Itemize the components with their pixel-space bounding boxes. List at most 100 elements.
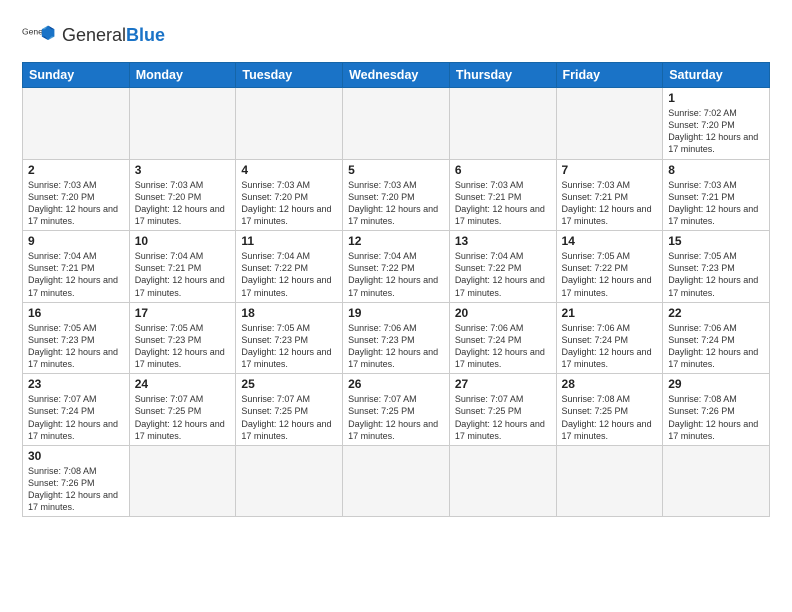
day-info: Sunrise: 7:06 AM Sunset: 7:23 PM Dayligh…: [348, 322, 444, 371]
day-info: Sunrise: 7:07 AM Sunset: 7:24 PM Dayligh…: [28, 393, 124, 442]
calendar-cell: 27Sunrise: 7:07 AM Sunset: 7:25 PM Dayli…: [449, 374, 556, 446]
day-info: Sunrise: 7:02 AM Sunset: 7:20 PM Dayligh…: [668, 107, 764, 156]
day-info: Sunrise: 7:03 AM Sunset: 7:21 PM Dayligh…: [562, 179, 658, 228]
calendar-cell: 28Sunrise: 7:08 AM Sunset: 7:25 PM Dayli…: [556, 374, 663, 446]
day-info: Sunrise: 7:04 AM Sunset: 7:22 PM Dayligh…: [455, 250, 551, 299]
calendar-cell: [343, 88, 450, 160]
weekday-header-tuesday: Tuesday: [236, 63, 343, 88]
calendar-cell: 8Sunrise: 7:03 AM Sunset: 7:21 PM Daylig…: [663, 159, 770, 231]
day-info: Sunrise: 7:07 AM Sunset: 7:25 PM Dayligh…: [135, 393, 231, 442]
header: General GeneralBlue: [22, 18, 770, 54]
calendar-cell: 23 Sunrise: 7:07 AM Sunset: 7:24 PM Dayli…: [23, 374, 130, 446]
day-info: Sunrise: 7:07 AM Sunset: 7:25 PM Dayligh…: [348, 393, 444, 442]
day-number: 14: [562, 234, 658, 248]
day-number: 30: [28, 449, 124, 463]
calendar-cell: 5 Sunrise: 7:03 AM Sunset: 7:20 PM Daylig…: [343, 159, 450, 231]
day-number: 23: [28, 377, 124, 391]
weekday-header-friday: Friday: [556, 63, 663, 88]
day-info: Sunrise: 7:08 AM Sunset: 7:26 PM Dayligh…: [28, 465, 124, 514]
calendar-week-5: 30 Sunrise: 7:08 AM Sunset: 7:26 PM Dayli…: [23, 445, 770, 517]
calendar-week-2: 9Sunrise: 7:04 AM Sunset: 7:21 PM Daylig…: [23, 231, 770, 303]
calendar-cell: 4Sunrise: 7:03 AM Sunset: 7:20 PM Daylig…: [236, 159, 343, 231]
day-number: 10: [135, 234, 231, 248]
day-info: Sunrise: 7:04 AM Sunset: 7:21 PM Dayligh…: [28, 250, 124, 299]
day-info: Sunrise: 7:05 AM Sunset: 7:23 PM Dayligh…: [668, 250, 764, 299]
calendar-cell: 19 Sunrise: 7:06 AM Sunset: 7:23 PM Dayli…: [343, 302, 450, 374]
day-info: Sunrise: 7:03 AM Sunset: 7:21 PM Dayligh…: [455, 179, 551, 228]
day-number: 17: [135, 306, 231, 320]
calendar-cell: 26 Sunrise: 7:07 AM Sunset: 7:25 PM Dayli…: [343, 374, 450, 446]
day-number: 21: [562, 306, 658, 320]
calendar-week-0: 1 Sunrise: 7:02 AM Sunset: 7:20 PM Daylig…: [23, 88, 770, 160]
day-info: Sunrise: 7:04 AM Sunset: 7:22 PM Dayligh…: [241, 250, 337, 299]
calendar-cell: 2 Sunrise: 7:03 AM Sunset: 7:20 PM Daylig…: [23, 159, 130, 231]
calendar-cell: 18 Sunrise: 7:05 AM Sunset: 7:23 PM Dayli…: [236, 302, 343, 374]
day-number: 29: [668, 377, 764, 391]
day-number: 18: [241, 306, 337, 320]
day-info: Sunrise: 7:03 AM Sunset: 7:20 PM Dayligh…: [135, 179, 231, 228]
calendar-cell: [343, 445, 450, 517]
day-info: Sunrise: 7:05 AM Sunset: 7:23 PM Dayligh…: [135, 322, 231, 371]
calendar-week-1: 2 Sunrise: 7:03 AM Sunset: 7:20 PM Daylig…: [23, 159, 770, 231]
logo-svg: General: [22, 18, 58, 54]
calendar-cell: 1 Sunrise: 7:02 AM Sunset: 7:20 PM Daylig…: [663, 88, 770, 160]
calendar-cell: [236, 445, 343, 517]
day-info: Sunrise: 7:06 AM Sunset: 7:24 PM Dayligh…: [668, 322, 764, 371]
calendar-table: SundayMondayTuesdayWednesdayThursdayFrid…: [22, 62, 770, 517]
day-number: 5: [348, 163, 444, 177]
calendar-cell: 16Sunrise: 7:05 AM Sunset: 7:23 PM Dayli…: [23, 302, 130, 374]
calendar-cell: [449, 445, 556, 517]
day-info: Sunrise: 7:03 AM Sunset: 7:20 PM Dayligh…: [348, 179, 444, 228]
calendar-cell: [129, 445, 236, 517]
calendar-cell: 30 Sunrise: 7:08 AM Sunset: 7:26 PM Dayli…: [23, 445, 130, 517]
calendar-cell: 12Sunrise: 7:04 AM Sunset: 7:22 PM Dayli…: [343, 231, 450, 303]
calendar-cell: 3 Sunrise: 7:03 AM Sunset: 7:20 PM Daylig…: [129, 159, 236, 231]
day-number: 20: [455, 306, 551, 320]
calendar-cell: 10 Sunrise: 7:04 AM Sunset: 7:21 PM Dayli…: [129, 231, 236, 303]
calendar-cell: 11 Sunrise: 7:04 AM Sunset: 7:22 PM Dayli…: [236, 231, 343, 303]
day-info: Sunrise: 7:05 AM Sunset: 7:23 PM Dayligh…: [241, 322, 337, 371]
day-number: 15: [668, 234, 764, 248]
calendar-cell: [556, 88, 663, 160]
calendar-cell: [663, 445, 770, 517]
day-number: 26: [348, 377, 444, 391]
weekday-header-monday: Monday: [129, 63, 236, 88]
calendar-cell: 6 Sunrise: 7:03 AM Sunset: 7:21 PM Daylig…: [449, 159, 556, 231]
calendar-cell: 24 Sunrise: 7:07 AM Sunset: 7:25 PM Dayli…: [129, 374, 236, 446]
day-info: Sunrise: 7:03 AM Sunset: 7:20 PM Dayligh…: [241, 179, 337, 228]
day-number: 6: [455, 163, 551, 177]
day-number: 27: [455, 377, 551, 391]
calendar-cell: 15 Sunrise: 7:05 AM Sunset: 7:23 PM Dayli…: [663, 231, 770, 303]
calendar-cell: 20Sunrise: 7:06 AM Sunset: 7:24 PM Dayli…: [449, 302, 556, 374]
logo: General GeneralBlue: [22, 18, 165, 54]
calendar-cell: 9Sunrise: 7:04 AM Sunset: 7:21 PM Daylig…: [23, 231, 130, 303]
day-info: Sunrise: 7:04 AM Sunset: 7:21 PM Dayligh…: [135, 250, 231, 299]
calendar-week-3: 16Sunrise: 7:05 AM Sunset: 7:23 PM Dayli…: [23, 302, 770, 374]
day-number: 2: [28, 163, 124, 177]
calendar-cell: [23, 88, 130, 160]
day-number: 7: [562, 163, 658, 177]
day-number: 19: [348, 306, 444, 320]
calendar-cell: 13Sunrise: 7:04 AM Sunset: 7:22 PM Dayli…: [449, 231, 556, 303]
weekday-header-sunday: Sunday: [23, 63, 130, 88]
day-info: Sunrise: 7:06 AM Sunset: 7:24 PM Dayligh…: [562, 322, 658, 371]
weekday-header-saturday: Saturday: [663, 63, 770, 88]
day-number: 3: [135, 163, 231, 177]
day-info: Sunrise: 7:03 AM Sunset: 7:20 PM Dayligh…: [28, 179, 124, 228]
calendar-cell: 25Sunrise: 7:07 AM Sunset: 7:25 PM Dayli…: [236, 374, 343, 446]
weekday-header-thursday: Thursday: [449, 63, 556, 88]
day-info: Sunrise: 7:05 AM Sunset: 7:22 PM Dayligh…: [562, 250, 658, 299]
weekday-header-row: SundayMondayTuesdayWednesdayThursdayFrid…: [23, 63, 770, 88]
calendar-cell: 17 Sunrise: 7:05 AM Sunset: 7:23 PM Dayli…: [129, 302, 236, 374]
day-number: 1: [668, 91, 764, 105]
day-number: 28: [562, 377, 658, 391]
day-number: 24: [135, 377, 231, 391]
calendar-cell: [556, 445, 663, 517]
calendar-cell: [449, 88, 556, 160]
page: General GeneralBlue SundayMondayTuesdayW…: [0, 0, 792, 527]
day-info: Sunrise: 7:04 AM Sunset: 7:22 PM Dayligh…: [348, 250, 444, 299]
day-number: 8: [668, 163, 764, 177]
day-number: 25: [241, 377, 337, 391]
day-number: 11: [241, 234, 337, 248]
weekday-header-wednesday: Wednesday: [343, 63, 450, 88]
